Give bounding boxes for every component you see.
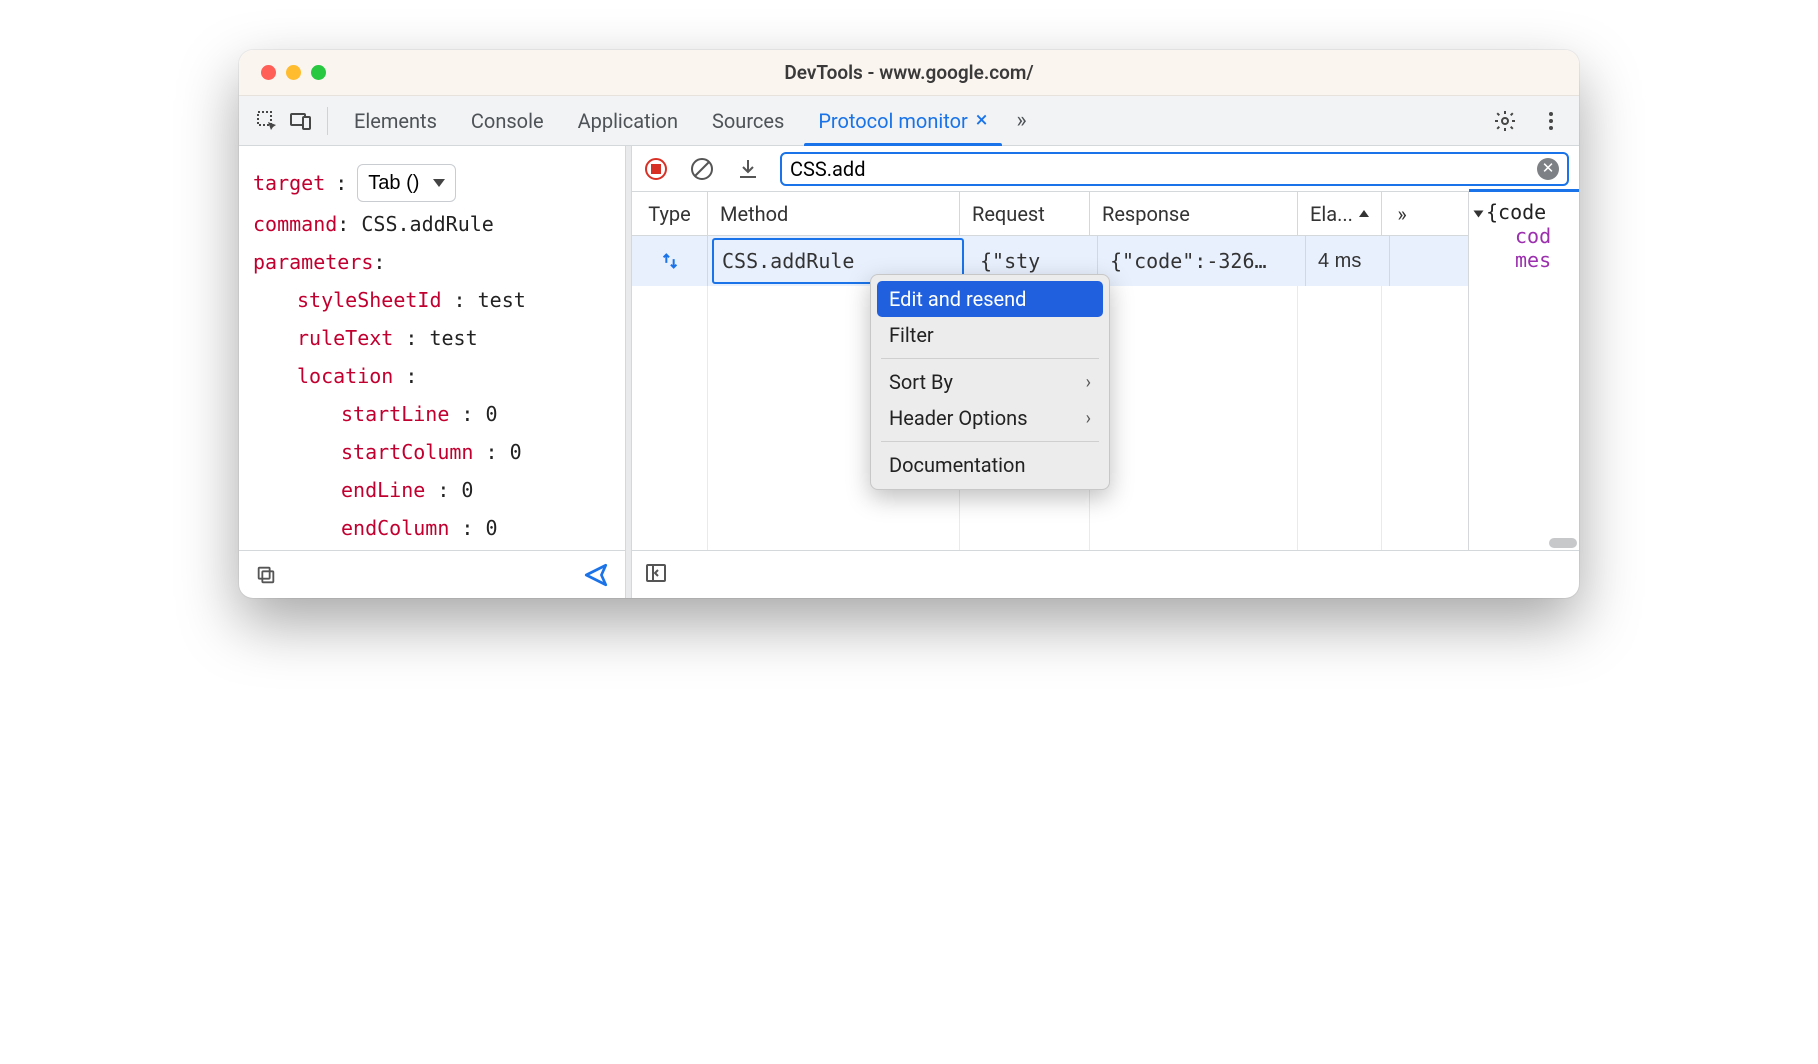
parameters-label: parameters xyxy=(253,250,373,274)
record-icon[interactable] xyxy=(642,155,670,183)
tab-elements[interactable]: Elements xyxy=(340,96,451,145)
table-header: Type Method Request Response Ela... » xyxy=(632,192,1468,236)
tab-sources[interactable]: Sources xyxy=(698,96,798,145)
message-direction-icon xyxy=(632,236,708,286)
param-key: ruleText xyxy=(297,326,393,350)
close-tab-icon[interactable]: × xyxy=(976,110,988,132)
traffic-lights xyxy=(239,65,326,80)
param-key: startColumn xyxy=(341,440,473,464)
menu-separator xyxy=(881,441,1099,442)
window-title: DevTools - www.google.com/ xyxy=(239,61,1579,84)
col-type[interactable]: Type xyxy=(632,192,708,235)
chevron-down-icon xyxy=(433,179,445,187)
cell-more xyxy=(1390,236,1430,286)
target-label: target xyxy=(253,167,325,199)
devtools-window: DevTools - www.google.com/ Elements Cons… xyxy=(239,50,1579,598)
tabbar: Elements Console Application Sources Pro… xyxy=(239,96,1579,146)
editor-footer xyxy=(239,550,625,598)
expand-icon[interactable] xyxy=(1474,210,1484,217)
col-response[interactable]: Response xyxy=(1090,192,1298,235)
toggle-drawer-icon[interactable] xyxy=(644,561,668,589)
col-elapsed[interactable]: Ela... xyxy=(1298,192,1382,235)
cell-elapsed[interactable]: 4 ms xyxy=(1306,236,1390,286)
chevron-right-icon: › xyxy=(1086,372,1091,393)
param-value: 0 xyxy=(461,478,473,502)
scrollbar-thumb[interactable] xyxy=(1549,538,1577,548)
context-menu: Edit and resend Filter Sort By› Header O… xyxy=(870,274,1110,490)
settings-icon[interactable] xyxy=(1491,107,1519,135)
menu-header-options[interactable]: Header Options› xyxy=(877,400,1103,436)
titlebar: DevTools - www.google.com/ xyxy=(239,50,1579,96)
col-method[interactable]: Method xyxy=(708,192,960,235)
clear-filter-icon[interactable]: ✕ xyxy=(1537,158,1559,180)
send-command-icon[interactable] xyxy=(583,562,609,588)
separator xyxy=(327,107,328,135)
protocol-log-pane: ✕ Type Method Request Response Ela... » xyxy=(632,146,1579,598)
tab-label: Protocol monitor xyxy=(818,109,967,133)
col-request[interactable]: Request xyxy=(960,192,1090,235)
close-window-button[interactable] xyxy=(261,65,276,80)
param-key: startLine xyxy=(341,402,449,426)
tab-label: Elements xyxy=(354,109,437,133)
clear-icon[interactable] xyxy=(688,155,716,183)
device-toolbar-icon[interactable] xyxy=(287,107,315,135)
detail-key: mes xyxy=(1515,248,1551,272)
param-value: test xyxy=(429,326,477,350)
tab-label: Sources xyxy=(712,109,784,133)
menu-filter[interactable]: Filter xyxy=(877,317,1103,353)
menu-documentation[interactable]: Documentation xyxy=(877,447,1103,483)
log-body: Type Method Request Response Ela... » xyxy=(632,192,1579,550)
tab-label: Application xyxy=(578,109,678,133)
param-value: 0 xyxy=(486,516,498,540)
tabbar-right xyxy=(1491,107,1565,135)
param-key: location xyxy=(297,364,393,388)
log-toolbar: ✕ xyxy=(632,146,1579,192)
menu-separator xyxy=(881,358,1099,359)
copy-icon[interactable] xyxy=(255,564,277,586)
main-area: target: Tab () command: CSS.addRule para… xyxy=(239,146,1579,598)
param-key: styleSheetId xyxy=(297,288,442,312)
detail-pane[interactable]: {code cod mes xyxy=(1469,189,1579,550)
inspect-element-icon[interactable] xyxy=(253,107,281,135)
cell-response[interactable]: {"code":-326… xyxy=(1098,236,1306,286)
target-value: Tab () xyxy=(368,167,419,199)
table-body: CSS.addRule {"sty {"code":-326… 4 ms Edi… xyxy=(632,236,1468,550)
command-value: CSS.addRule xyxy=(361,212,493,236)
filter-input[interactable] xyxy=(790,157,1529,181)
target-dropdown[interactable]: Tab () xyxy=(357,164,456,202)
detail-key: cod xyxy=(1515,224,1551,248)
param-value: 0 xyxy=(486,402,498,426)
param-key: endColumn xyxy=(341,516,449,540)
tab-label: Console xyxy=(471,109,544,133)
chevron-right-icon: › xyxy=(1086,408,1091,429)
download-icon[interactable] xyxy=(734,155,762,183)
command-editor-pane: target: Tab () command: CSS.addRule para… xyxy=(239,146,626,598)
command-editor[interactable]: target: Tab () command: CSS.addRule para… xyxy=(239,146,625,550)
more-tabs-icon[interactable]: » xyxy=(1008,107,1036,135)
detail-text: {code xyxy=(1486,200,1546,224)
param-value: test xyxy=(478,288,526,312)
maximize-window-button[interactable] xyxy=(311,65,326,80)
tab-protocol-monitor[interactable]: Protocol monitor × xyxy=(804,96,1001,145)
menu-edit-resend[interactable]: Edit and resend xyxy=(877,281,1103,317)
col-more[interactable]: » xyxy=(1382,192,1422,235)
sort-ascending-icon xyxy=(1359,210,1369,217)
tab-console[interactable]: Console xyxy=(457,96,558,145)
log-footer xyxy=(632,550,1579,598)
minimize-window-button[interactable] xyxy=(286,65,301,80)
param-key: endLine xyxy=(341,478,425,502)
command-label: command xyxy=(253,212,337,236)
filter-input-wrap: ✕ xyxy=(780,152,1569,186)
menu-sort-by[interactable]: Sort By› xyxy=(877,364,1103,400)
tab-application[interactable]: Application xyxy=(564,96,692,145)
kebab-menu-icon[interactable] xyxy=(1537,107,1565,135)
log-table: Type Method Request Response Ela... » xyxy=(632,192,1469,550)
param-value: 0 xyxy=(510,440,522,464)
